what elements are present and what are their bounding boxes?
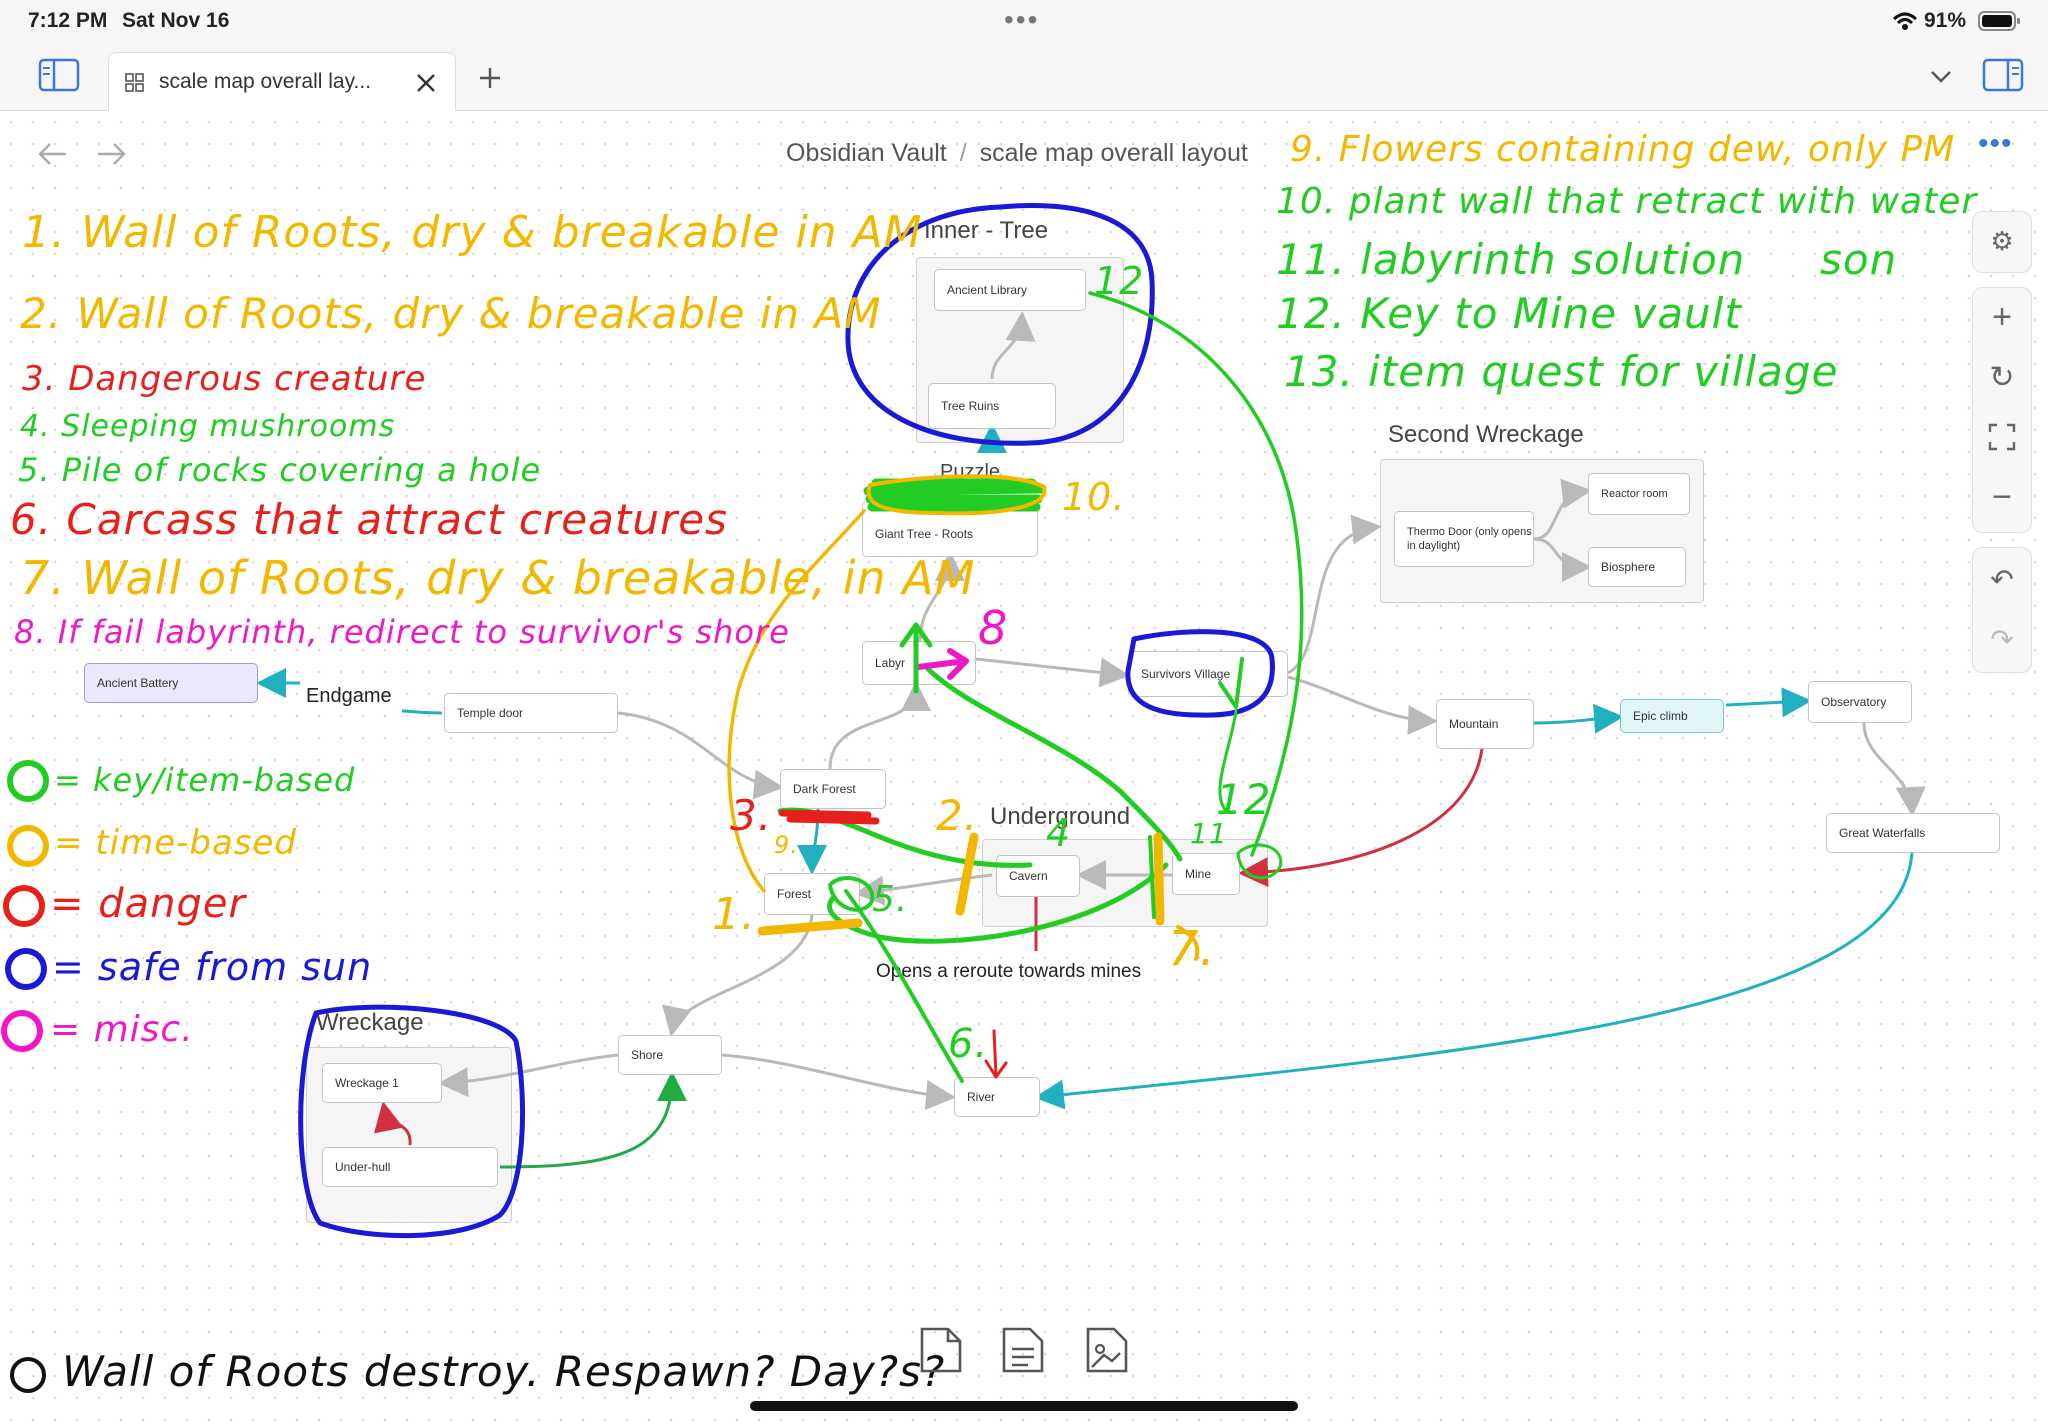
legend-safe: = safe from sun <box>52 945 373 989</box>
green-line-library-mine <box>1088 291 1304 857</box>
left-sidebar-toggle-icon[interactable] <box>38 58 80 92</box>
green-circle-mine-dot <box>1236 843 1283 880</box>
chevron-down-icon[interactable] <box>1930 70 1952 84</box>
bottom-note: Wall of Roots destroy. Respawn? Day?s? <box>62 1347 946 1396</box>
note-10: 10. plant wall that retract with water <box>1276 181 1978 222</box>
marker-12-mine: 12 <box>1216 775 1272 824</box>
marker-10: 10. <box>1062 475 1126 519</box>
note-3: 3. Dangerous creature <box>22 359 427 399</box>
red-arrow-river <box>984 1029 1008 1079</box>
blue-circle-village <box>1125 629 1275 718</box>
marker-3: 3. <box>730 791 773 840</box>
note-1: 1. Wall of Roots, dry & breakable in AM <box>22 207 923 258</box>
green-scribble-puzzle <box>863 478 1045 512</box>
tab-active[interactable]: scale map overall lay... <box>108 52 456 111</box>
status-bar: 7:12 PM Sat Nov 16 ••• 91% <box>0 0 2048 42</box>
green-circle-forest-rock <box>828 876 875 912</box>
note-7: 7. Wall of Roots, dry & breakable, in AM <box>20 551 976 605</box>
green-arrow-up-labyrinth <box>899 622 933 694</box>
legend-dot-magenta <box>1 1010 43 1052</box>
close-icon[interactable] <box>415 72 437 94</box>
tab-title: scale map overall lay... <box>159 70 372 93</box>
new-tab-plus-icon[interactable] <box>478 66 502 90</box>
note-13: 13. item quest for village <box>1284 347 1839 396</box>
wifi-icon <box>1892 12 1918 30</box>
battery-icon <box>1978 11 2020 31</box>
green-village-check <box>1218 657 1244 709</box>
multitask-dots-icon[interactable]: ••• <box>1004 4 1039 36</box>
marker-12-library: 12 <box>1094 259 1145 303</box>
note-11: 11. labyrinth solution <box>1276 235 1746 284</box>
marker-1: 1. <box>712 889 756 940</box>
note-6: 6. Carcass that attract creatures <box>10 495 728 544</box>
add-note-from-vault-icon[interactable] <box>1000 1325 1046 1375</box>
note-4: 4. Sleeping mushrooms <box>20 409 396 444</box>
legend-dot-yellow <box>7 825 49 867</box>
home-indicator[interactable] <box>750 1401 1298 1411</box>
canvas-icon <box>125 73 144 92</box>
marker-4: 4 <box>1046 811 1072 855</box>
legend-dot-red <box>3 885 45 927</box>
blue-circle-wreckage <box>298 1004 526 1239</box>
marker-6: 6. <box>948 1021 989 1067</box>
red-scribble-dark-forest <box>778 809 880 825</box>
canvas-area[interactable]: Obsidian Vault / scale map overall layou… <box>0 111 2048 1424</box>
add-media-icon[interactable] <box>1084 1325 1130 1375</box>
new-note-card-icon[interactable] <box>918 1325 964 1375</box>
marker-2: 2. <box>936 791 979 840</box>
bottom-note-mark <box>10 1357 46 1393</box>
status-date: Sat Nov 16 <box>122 9 230 32</box>
legend-time: = time-based <box>54 823 298 863</box>
right-sidebar-toggle-icon[interactable] <box>1982 58 2024 92</box>
battery-percent: 91% <box>1924 9 1967 32</box>
green-bar-underground-right <box>1148 835 1156 919</box>
status-time: 7:12 PM <box>28 9 108 32</box>
note-5: 5. Pile of rocks covering a hole <box>18 451 542 489</box>
marker-5: 5. <box>872 879 909 920</box>
yellow-bar-underground-right <box>1153 832 1165 926</box>
marker-7: 7. <box>1168 921 1216 977</box>
note-2: 2. Wall of Roots, dry & breakable in AM <box>20 289 882 338</box>
legend-dot-blue <box>5 948 47 990</box>
marker-8: 8 <box>978 601 1009 655</box>
tab-bar: scale map overall lay... <box>0 42 2048 111</box>
legend-dot-green <box>7 760 49 802</box>
legend-key-item: = key/item-based <box>54 761 356 799</box>
note-9: 9. Flowers containing dew, only PM <box>1290 129 1956 170</box>
note-8: 8. If fail labyrinth, redirect to surviv… <box>14 613 790 651</box>
note-12: 12. Key to Mine vault <box>1276 289 1742 338</box>
yellow-bar-underground-left <box>955 832 979 916</box>
legend-danger: = danger <box>50 881 246 927</box>
yellow-bar-forest <box>757 918 863 936</box>
magenta-arrow-labyrinth <box>915 648 969 680</box>
legend-misc: = misc. <box>50 1009 194 1050</box>
marker-9: 9. <box>774 831 799 859</box>
note-11-suffix: son <box>1820 235 1898 284</box>
